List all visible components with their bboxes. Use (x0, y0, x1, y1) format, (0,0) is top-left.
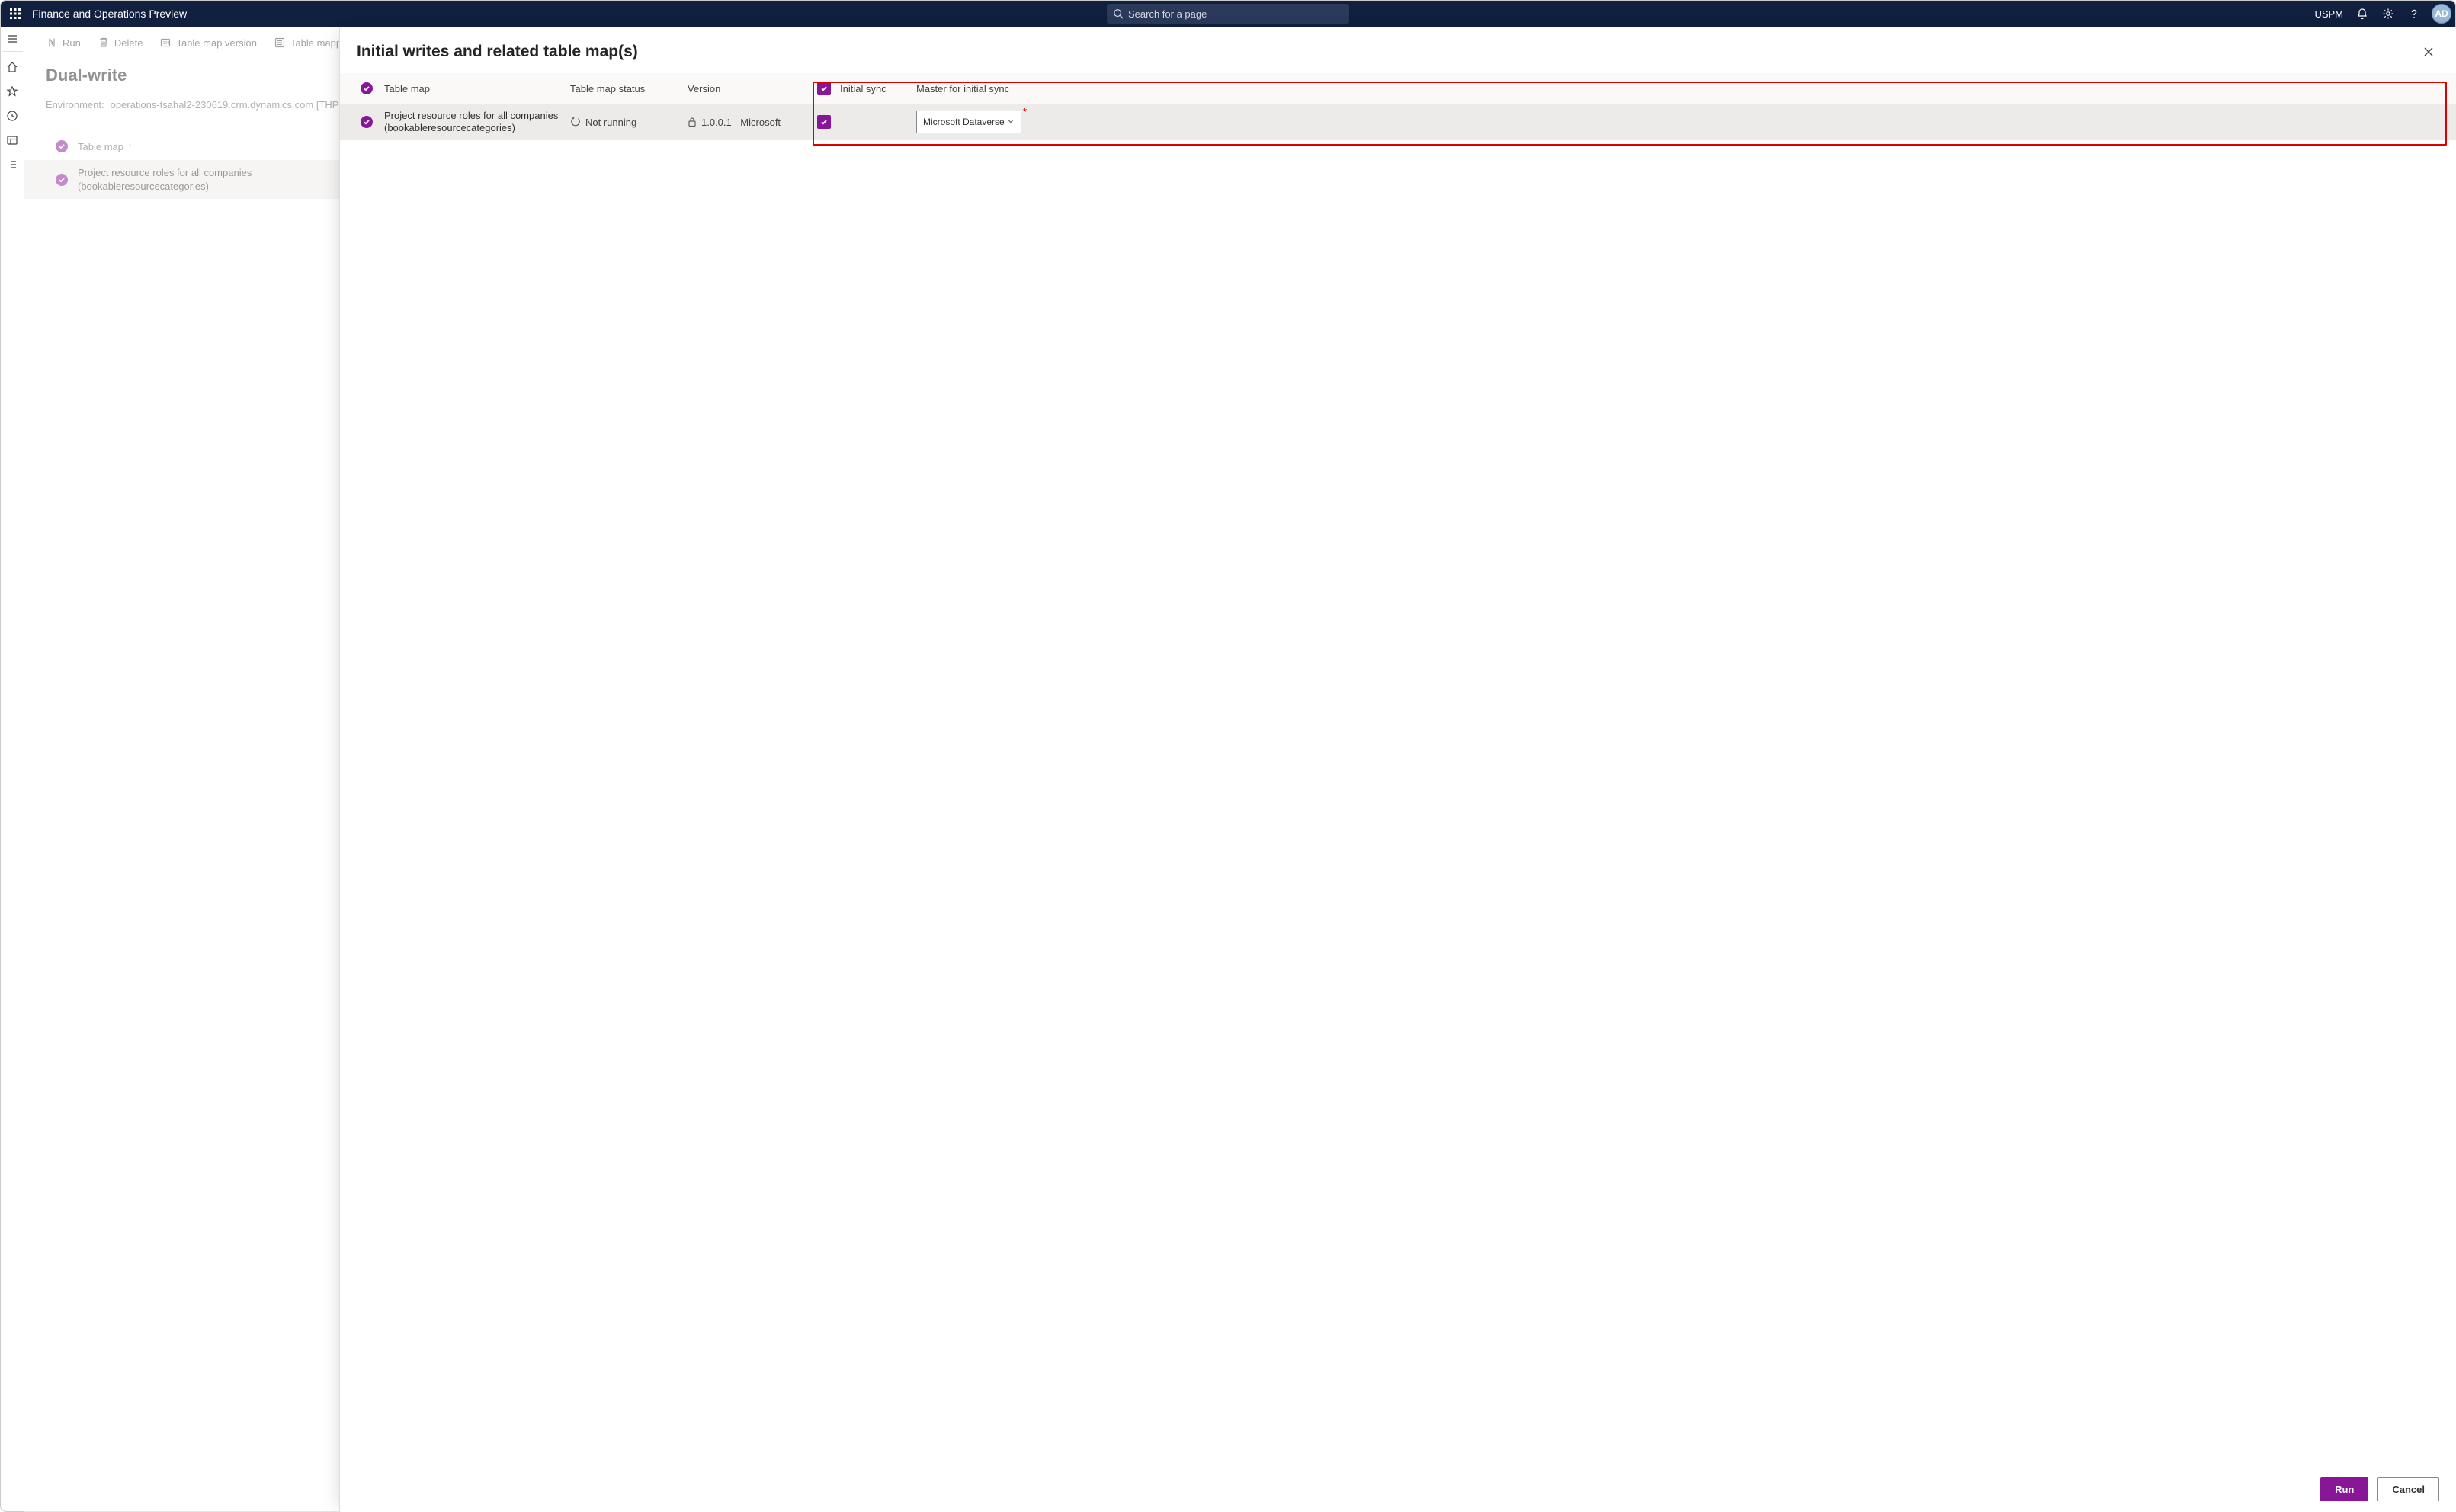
required-asterisk: * (1023, 106, 1027, 117)
panel-table-row: Project resource roles for all companies… (340, 104, 2456, 140)
panel-row-map-line1: Project resource roles for all companies (384, 110, 558, 121)
user-avatar[interactable]: AD (2432, 4, 2451, 24)
home-icon[interactable] (2, 56, 23, 78)
help-icon[interactable] (2403, 2, 2426, 25)
row-text: Project resource roles for all companies… (78, 166, 252, 193)
environment-value: operations-tsahal2-230619.crm.dynamics.c… (111, 99, 356, 111)
left-rail (0, 27, 24, 1512)
global-search[interactable]: Search for a page (1107, 4, 1349, 24)
col-header-version: Version (688, 83, 813, 94)
initial-sync-row-checkbox[interactable] (817, 115, 831, 129)
workspaces-icon[interactable] (2, 130, 23, 151)
lock-icon (688, 117, 697, 127)
select-all-check-icon[interactable] (56, 140, 68, 152)
run-button[interactable]: Run (38, 34, 88, 52)
chevron-down-icon (1007, 117, 1015, 127)
col-header-status: Table map status (570, 83, 688, 94)
col-header-sync: Initial sync Master for initial sync (813, 82, 2447, 95)
sort-ascending-icon: ↑ (128, 142, 133, 151)
close-panel-button[interactable] (2418, 41, 2439, 62)
panel-cancel-label: Cancel (2392, 1484, 2425, 1495)
panel-table: Table map Table map status Version Initi… (340, 73, 2456, 140)
app-title: Finance and Operations Preview (32, 8, 187, 20)
panel-row-version-text: 1.0.0.1 - Microsoft (701, 117, 781, 128)
master-dropdown-cell: Microsoft Dataverse * (912, 111, 2447, 133)
master-for-initial-sync-dropdown[interactable]: Microsoft Dataverse * (916, 111, 1021, 133)
modules-icon[interactable] (2, 154, 23, 175)
table-map-version-button[interactable]: 123 Table map version (152, 34, 265, 52)
list-column-header[interactable]: Table map ↑ (78, 141, 132, 152)
col-header-table-map: Table map (384, 83, 570, 94)
topbar-right: USPM AD (2314, 2, 2451, 25)
run-label: Run (63, 37, 81, 49)
panel-run-label: Run (2335, 1484, 2354, 1495)
panel-row-version: 1.0.0.1 - Microsoft (688, 117, 813, 128)
status-not-running-icon (570, 117, 581, 127)
table-map-version-label: Table map version (176, 37, 257, 49)
panel-run-button[interactable]: Run (2320, 1477, 2368, 1501)
panel-cancel-button[interactable]: Cancel (2377, 1477, 2439, 1501)
company-code[interactable]: USPM (2314, 8, 2343, 20)
panel-header: Initial writes and related table map(s) (340, 27, 2456, 73)
delete-label: Delete (114, 37, 143, 49)
panel-title: Initial writes and related table map(s) (357, 43, 638, 61)
initial-writes-panel: Initial writes and related table map(s) … (339, 27, 2456, 1512)
settings-icon[interactable] (2377, 2, 2400, 25)
panel-row-sync: Microsoft Dataverse * (813, 111, 2447, 133)
list-column-title: Table map (78, 141, 123, 152)
panel-row-check-icon[interactable] (361, 116, 373, 128)
col-header-initial-sync: Initial sync (835, 83, 912, 94)
topbar: Finance and Operations Preview Search fo… (0, 0, 2456, 27)
row-check-icon[interactable] (56, 174, 68, 186)
app-launcher-icon[interactable] (5, 3, 26, 24)
recent-icon[interactable] (2, 105, 23, 127)
table-mappings-label: Table mappi (290, 37, 344, 49)
environment-label: Environment: (46, 99, 104, 111)
search-placeholder: Search for a page (1128, 8, 1207, 20)
panel-table-header: Table map Table map status Version Initi… (340, 73, 2456, 104)
favorites-icon[interactable] (2, 81, 23, 102)
hamburger-icon[interactable] (2, 30, 23, 52)
master-dropdown-value: Microsoft Dataverse (923, 117, 1005, 127)
svg-text:123: 123 (163, 41, 170, 46)
panel-row-status-text: Not running (585, 117, 636, 128)
close-icon (2423, 46, 2434, 57)
search-icon (1113, 8, 1124, 19)
panel-row-map: Project resource roles for all companies… (384, 110, 570, 135)
panel-footer: Run Cancel (340, 1466, 2456, 1512)
initial-sync-header-checkbox[interactable] (817, 82, 831, 95)
row-line1: Project resource roles for all companies (78, 167, 252, 178)
delete-button[interactable]: Delete (90, 34, 151, 52)
col-header-master: Master for initial sync (912, 83, 2447, 94)
row-line2: (bookableresourcecategories) (78, 180, 252, 194)
panel-select-all-icon[interactable] (361, 82, 373, 94)
panel-row-map-line2: (bookableresourcecategories) (384, 122, 564, 134)
panel-row-status: Not running (570, 117, 688, 128)
notifications-icon[interactable] (2351, 2, 2374, 25)
